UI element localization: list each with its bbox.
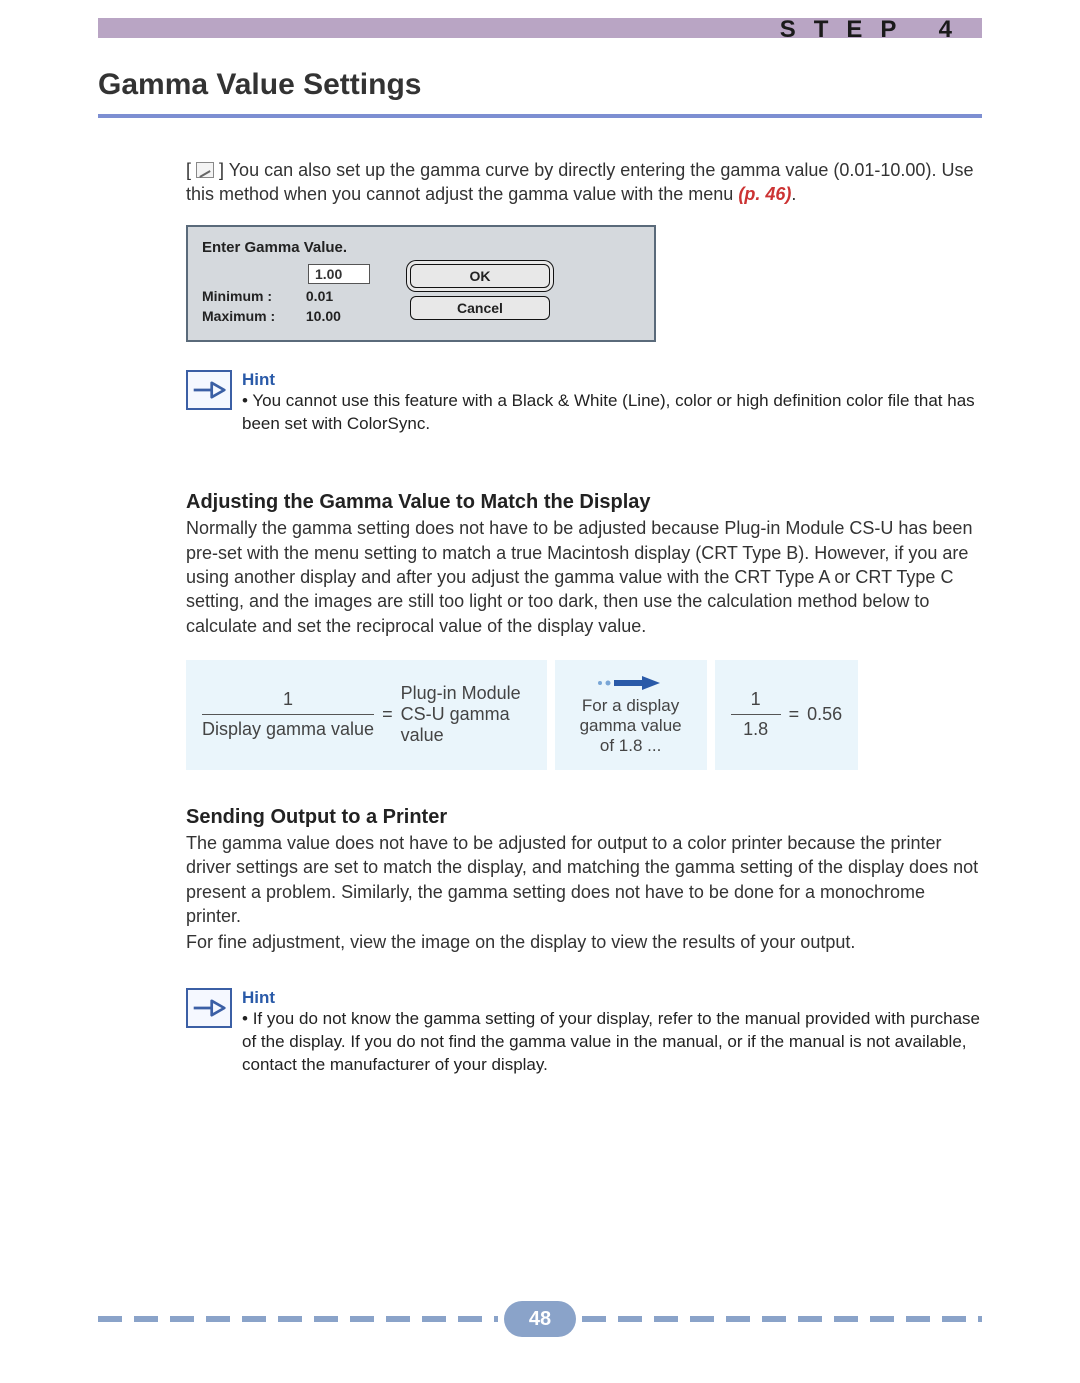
page-reference-link[interactable]: (p. 46) xyxy=(738,184,791,204)
gamma-value-input[interactable]: 1.00 xyxy=(308,264,370,284)
adjusting-body: Normally the gamma setting does not have… xyxy=(186,516,982,637)
hint-2-text: If you do not know the gamma setting of … xyxy=(242,1009,980,1074)
hint-arrow-icon xyxy=(186,370,232,410)
footer-dash-right xyxy=(582,1316,982,1322)
hint-title: Hint xyxy=(242,370,982,390)
intro-period: . xyxy=(791,184,796,204)
hint-title: Hint xyxy=(242,988,982,1008)
printer-heading: Sending Output to a Printer xyxy=(186,806,982,829)
adjusting-heading: Adjusting the Gamma Value to Match the D… xyxy=(186,491,982,514)
page-title: Gamma Value Settings xyxy=(98,68,982,114)
maximum-value: 10.00 xyxy=(306,308,341,324)
frac-right-bottom: 1.8 xyxy=(731,715,781,740)
equals-1: = xyxy=(374,704,401,725)
minimum-label: Minimum : xyxy=(202,288,302,304)
formula-result: 0.56 xyxy=(807,704,842,725)
formula-arrow-box: For a display gamma value of 1.8 ... xyxy=(555,660,707,770)
formula-mid: Plug-in Module CS-U gamma value xyxy=(401,683,531,746)
equals-2: = xyxy=(781,704,808,725)
hint-arrow-icon xyxy=(186,988,232,1028)
maximum-label: Maximum : xyxy=(202,308,302,324)
intro-paragraph: [ ] You can also set up the gamma curve … xyxy=(186,158,982,207)
dialog-title: Enter Gamma Value. xyxy=(202,239,640,256)
step-label: STEP 4 xyxy=(780,16,970,44)
frac-right-top: 1 xyxy=(731,689,781,715)
frac-left-bottom: Display gamma value xyxy=(202,715,374,740)
page-number-badge: 48 xyxy=(504,1301,576,1337)
ok-button[interactable]: OK xyxy=(410,264,550,288)
hint-box-1: Hint You cannot use this feature with a … xyxy=(186,370,982,436)
formula-row: 1 Display gamma value = Plug-in Module C… xyxy=(186,660,982,770)
formula-right: 1 1.8 = 0.56 xyxy=(715,660,859,770)
footer-dash-left xyxy=(98,1316,498,1322)
arrow-right-icon xyxy=(596,674,666,692)
frac-left-top: 1 xyxy=(202,689,374,715)
gamma-curve-icon xyxy=(196,162,214,178)
formula-left: 1 Display gamma value = Plug-in Module C… xyxy=(186,660,547,770)
enter-gamma-dialog: Enter Gamma Value. 1.00 Minimum : 0.01 M… xyxy=(186,225,656,342)
header-bar: STEP 4 xyxy=(98,18,982,38)
hint-box-2: Hint If you do not know the gamma settin… xyxy=(186,988,982,1077)
printer-body2: For fine adjustment, view the image on t… xyxy=(186,930,982,954)
arrow-caption: For a display gamma value of 1.8 ... xyxy=(571,696,691,756)
title-rule xyxy=(98,114,982,118)
cancel-button[interactable]: Cancel xyxy=(410,296,550,320)
printer-body1: The gamma value does not have to be adju… xyxy=(186,831,982,928)
intro-text: ] You can also set up the gamma curve by… xyxy=(186,160,973,204)
page-footer: 48 xyxy=(98,1301,982,1337)
minimum-value: 0.01 xyxy=(306,288,333,304)
hint-1-text: You cannot use this feature with a Black… xyxy=(242,391,975,433)
